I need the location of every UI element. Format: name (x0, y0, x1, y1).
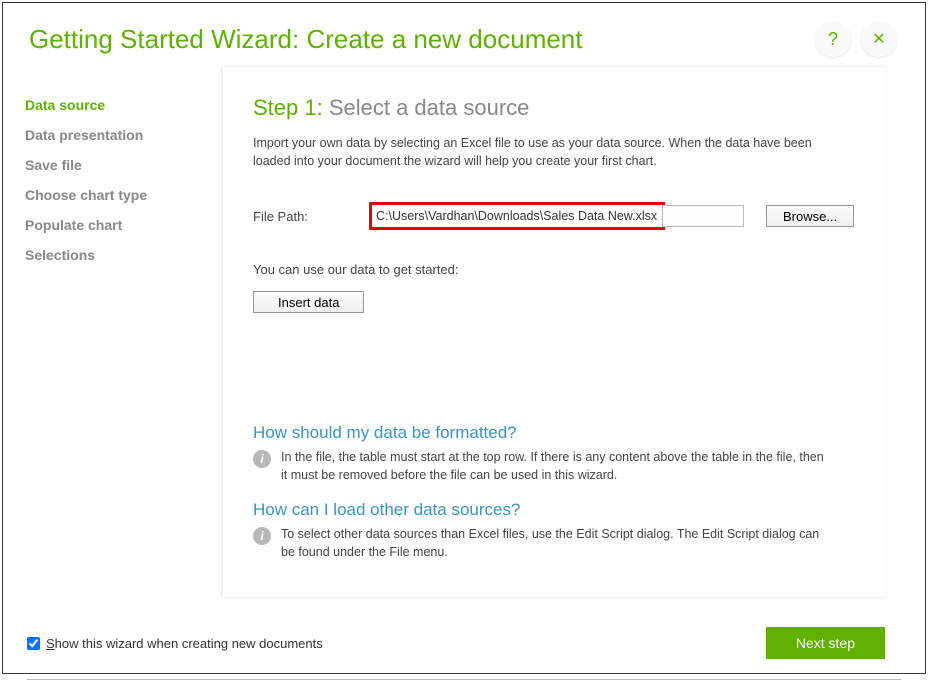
sidebar-item-selections[interactable]: Selections (25, 247, 223, 263)
step-heading: Step 1: Select a data source (253, 95, 855, 121)
sidebar-item-choose-chart-type[interactable]: Choose chart type (25, 187, 223, 203)
show-wizard-label[interactable]: Show this wizard when creating new docum… (46, 636, 323, 651)
wizard-title: Getting Started Wizard: Create a new doc… (29, 24, 805, 55)
file-path-input[interactable] (372, 205, 662, 227)
step-number: Step 1: (253, 95, 323, 120)
sidebar-item-data-source[interactable]: Data source (25, 97, 223, 113)
help-icon: ? (828, 29, 838, 50)
help-section-format: How should my data be formatted? i In th… (253, 423, 855, 484)
use-our-data-text: You can use our data to get started: (253, 262, 855, 277)
sidebar-item-populate-chart[interactable]: Populate chart (25, 217, 223, 233)
help-button[interactable]: ? (815, 21, 851, 57)
sidebar: Data source Data presentation Save file … (3, 67, 223, 617)
show-wizard-checkbox[interactable] (27, 637, 40, 650)
close-icon: ✕ (872, 29, 885, 49)
content-panel: Step 1: Select a data source Import your… (223, 67, 885, 597)
footer: Show this wizard when creating new docum… (3, 617, 925, 679)
intro-text: Import your own data by selecting an Exc… (253, 135, 833, 170)
step-title: Select a data source (323, 95, 530, 120)
close-button[interactable]: ✕ (861, 21, 897, 57)
browse-button[interactable]: Browse... (766, 205, 854, 227)
file-path-highlight (369, 202, 665, 230)
help-text-other-sources: To select other data sources than Excel … (281, 526, 831, 561)
info-icon: i (253, 450, 271, 468)
sidebar-item-data-presentation[interactable]: Data presentation (25, 127, 223, 143)
help-heading-format: How should my data be formatted? (253, 423, 855, 443)
insert-data-button[interactable]: Insert data (253, 291, 364, 313)
help-heading-other-sources: How can I load other data sources? (253, 500, 855, 520)
file-path-label: File Path: (253, 209, 369, 224)
info-icon: i (253, 527, 271, 545)
help-text-format: In the file, the table must start at the… (281, 449, 831, 484)
file-path-input-extension[interactable] (662, 205, 744, 227)
help-section-other-sources: How can I load other data sources? i To … (253, 500, 855, 561)
sidebar-item-save-file[interactable]: Save file (25, 157, 223, 173)
header: Getting Started Wizard: Create a new doc… (3, 3, 925, 67)
next-step-button[interactable]: Next step (766, 627, 885, 659)
file-path-row: File Path: Browse... (253, 202, 855, 230)
